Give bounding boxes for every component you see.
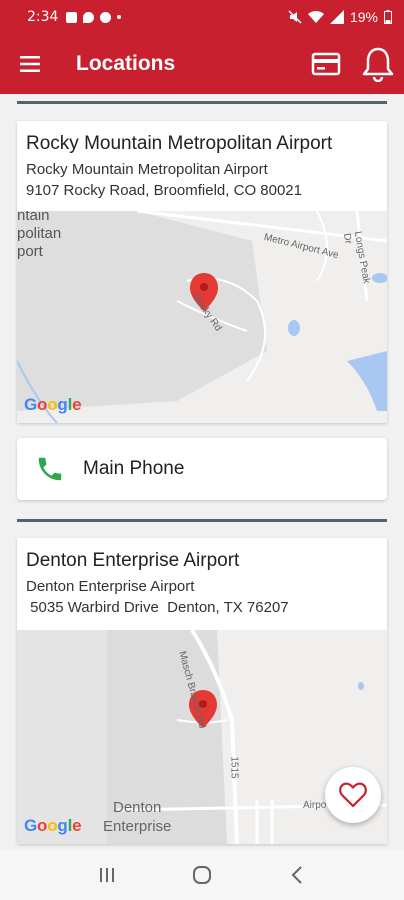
wifi-icon — [307, 10, 324, 23]
phone-icon-wrap — [17, 454, 83, 484]
map-area-label-line: ntain — [17, 211, 50, 224]
map-area-label: Denton Enterprise — [103, 798, 171, 836]
location-address: 9107 Rocky Road, Broomfield, CO 80021 — [26, 182, 302, 199]
menu-button[interactable] — [0, 34, 60, 94]
map-area-label-line: Enterprise — [103, 818, 172, 835]
app-bar: Locations — [0, 34, 404, 94]
image-icon — [66, 11, 78, 23]
card-button[interactable] — [300, 34, 352, 94]
location-icon — [83, 11, 95, 23]
divider — [17, 101, 387, 104]
map-canvas — [17, 211, 387, 423]
location-name: Rocky Mountain Metropolitan Airport — [26, 133, 333, 154]
back-icon — [291, 866, 302, 884]
battery-icon — [384, 10, 392, 24]
menu-icon — [20, 56, 40, 72]
status-bar: 2:34 19% — [0, 0, 404, 34]
notification-icons — [66, 11, 122, 23]
location-map[interactable]: ntain politan port Metro Airport Ave Roc… — [17, 211, 387, 423]
location-card[interactable]: Rocky Mountain Metropolitan Airport Rock… — [17, 121, 387, 423]
bell-icon — [362, 47, 394, 82]
home-icon — [192, 866, 211, 884]
back-button[interactable] — [277, 855, 317, 895]
more-dot-icon — [117, 15, 122, 19]
credit-card-icon — [311, 52, 341, 76]
status-right: 19% — [288, 9, 392, 25]
signal-icon — [329, 10, 344, 24]
favorite-button[interactable] — [325, 767, 381, 823]
location-name: Denton Enterprise Airport — [26, 550, 240, 571]
map-road-label: Airpo — [303, 800, 327, 811]
location-subtitle: Rocky Mountain Metropolitan Airport — [26, 161, 268, 178]
battery-percent: 19% — [349, 9, 378, 25]
location-subtitle: Denton Enterprise Airport — [26, 578, 195, 595]
home-button[interactable] — [182, 855, 222, 895]
status-time: 2:34 — [27, 9, 59, 25]
map-area-label-line: port — [17, 243, 43, 260]
locations-list[interactable]: Rocky Mountain Metropolitan Airport Rock… — [0, 94, 404, 850]
map-area-label: ntain politan port — [17, 211, 61, 261]
heart-icon — [339, 782, 367, 808]
mute-icon — [288, 10, 302, 24]
recent-apps-icon — [100, 868, 115, 882]
system-nav-bar — [0, 850, 404, 900]
divider — [17, 519, 387, 522]
notifications-button[interactable] — [352, 34, 404, 94]
map-road-label: 1515 — [228, 756, 240, 779]
recent-apps-button[interactable] — [87, 855, 127, 895]
map-area-label-line: Denton — [113, 799, 162, 816]
phone-icon — [38, 457, 62, 481]
page-title: Locations — [76, 52, 176, 75]
sync-icon — [100, 11, 112, 23]
phone-label: Main Phone — [83, 458, 185, 479]
map-area-label-line: politan — [17, 225, 62, 242]
google-logo: Google — [24, 395, 82, 414]
main-phone-button[interactable]: Main Phone — [17, 438, 387, 500]
location-address: 5035 Warbird Drive Denton, TX 76207 — [26, 599, 289, 616]
google-logo: Google — [24, 816, 82, 835]
